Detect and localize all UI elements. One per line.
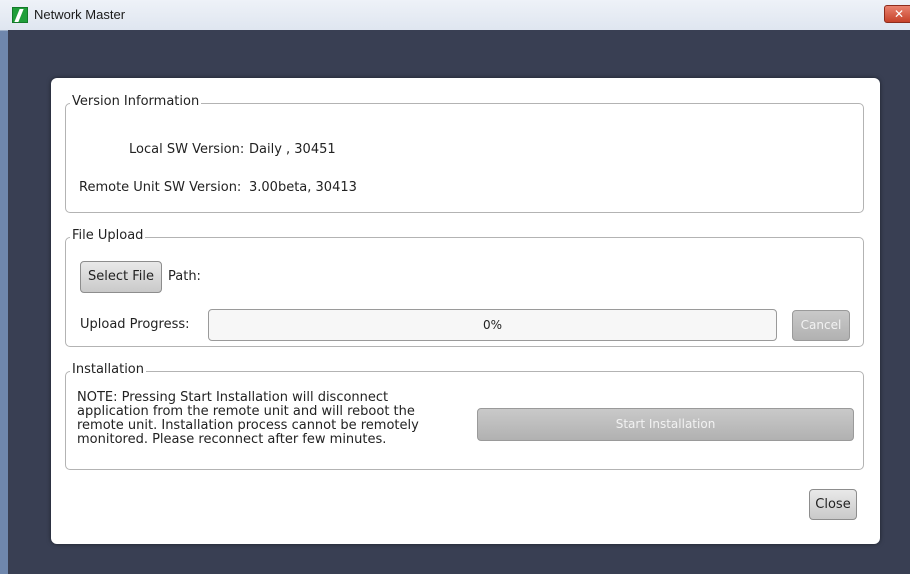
remote-sw-version-value: 3.00beta, 30413	[249, 180, 357, 195]
start-installation-button[interactable]: Start Installation	[477, 408, 854, 441]
upgrade-dialog: Version Information Local SW Version: Da…	[51, 78, 880, 544]
app-window: Network Master ✕ Version Information Loc…	[0, 0, 910, 574]
title-bar[interactable]: Network Master ✕	[0, 0, 910, 31]
remote-sw-version-label: Remote Unit SW Version:	[79, 180, 242, 195]
installation-note: NOTE: Pressing Start Installation will d…	[77, 390, 419, 447]
local-sw-version-value: Daily , 30451	[249, 142, 336, 157]
network-master-app-icon	[12, 7, 28, 23]
group-legend-file-upload: File Upload	[70, 228, 146, 243]
cancel-upload-button[interactable]: Cancel	[792, 310, 850, 341]
window-title: Network Master	[34, 7, 126, 22]
close-dialog-button[interactable]: Close	[809, 489, 857, 520]
upload-progress-text: 0%	[482, 318, 503, 332]
version-information-group: Version Information Local SW Version: Da…	[65, 94, 864, 213]
installation-group: Installation NOTE: Pressing Start Instal…	[65, 362, 864, 470]
file-upload-group: File Upload Select File Path: Upload Pro…	[65, 228, 864, 347]
window-close-button[interactable]: ✕	[884, 5, 910, 23]
upload-progress-label: Upload Progress:	[80, 317, 190, 332]
upload-progress-bar: 0%	[208, 309, 777, 341]
group-legend-installation: Installation	[70, 362, 147, 377]
group-legend-version: Version Information	[70, 94, 202, 109]
select-file-button[interactable]: Select File	[80, 261, 162, 293]
path-label: Path:	[168, 269, 201, 284]
local-sw-version-label: Local SW Version:	[129, 142, 245, 157]
